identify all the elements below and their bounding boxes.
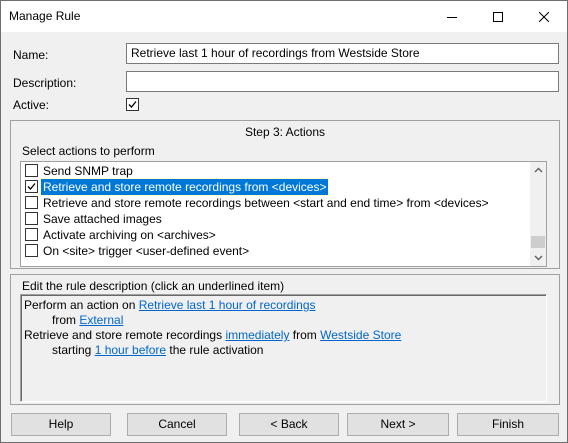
actions-scrollbar[interactable]	[530, 162, 546, 266]
actions-panel: Step 3: Actions Select actions to perfor…	[10, 120, 560, 269]
description-text: from	[52, 313, 80, 327]
maximize-button[interactable]	[475, 1, 521, 32]
description-text: from	[289, 328, 321, 342]
rule-description-box: Perform an action on Retrieve last 1 hou…	[20, 294, 547, 402]
time-range-link[interactable]: Retrieve last 1 hour of recordings	[139, 298, 316, 312]
action-label: On <site> trigger <user-defined event>	[43, 244, 250, 258]
title-bar[interactable]: Manage Rule	[1, 1, 567, 32]
rule-description-panel: Edit the rule description (click an unde…	[10, 274, 560, 405]
action-label: Activate archiving on <archives>	[43, 228, 216, 242]
minimize-button[interactable]	[429, 1, 475, 32]
name-label: Name:	[13, 48, 49, 62]
chevron-down-icon	[534, 255, 542, 261]
action-item-retrieve-store-remote[interactable]: Retrieve and store remote recordings fro…	[24, 178, 531, 196]
window-title: Manage Rule	[9, 9, 81, 23]
action-checkbox[interactable]	[25, 196, 38, 209]
description-line-3: Retrieve and store remote recordings imm…	[24, 328, 543, 343]
action-checkbox[interactable]	[25, 180, 38, 193]
rule-description-title: Edit the rule description (click an unde…	[22, 279, 285, 293]
close-button[interactable]	[521, 1, 567, 32]
help-button[interactable]: Help	[11, 413, 111, 436]
description-text: Retrieve and store remote recordings	[24, 328, 226, 342]
scroll-down-button[interactable]	[530, 250, 546, 266]
select-actions-label: Select actions to perform	[22, 144, 155, 158]
scroll-thumb[interactable]	[531, 236, 545, 248]
action-label: Send SNMP trap	[43, 164, 133, 178]
action-item-send-snmp-trap[interactable]: Send SNMP trap	[24, 163, 531, 179]
active-checkbox[interactable]	[126, 98, 139, 111]
chevron-up-icon	[534, 167, 542, 173]
action-checkbox[interactable]	[25, 212, 38, 225]
manage-rule-dialog: Manage Rule Name: Retrieve last 1 hour o…	[0, 0, 568, 443]
start-offset-link[interactable]: 1 hour before	[95, 343, 166, 357]
timing-link[interactable]: immediately	[225, 328, 289, 342]
maximize-icon	[493, 11, 503, 22]
action-item-activate-archiving[interactable]: Activate archiving on <archives>	[24, 227, 531, 243]
action-checkbox[interactable]	[25, 164, 38, 177]
action-item-trigger-user-event[interactable]: On <site> trigger <user-defined event>	[24, 243, 531, 259]
action-checkbox[interactable]	[25, 244, 38, 257]
finish-button[interactable]: Finish	[457, 413, 559, 436]
scroll-up-button[interactable]	[530, 162, 546, 178]
name-input[interactable]: Retrieve last 1 hour of recordings from …	[126, 43, 559, 64]
next-button[interactable]: Next >	[347, 413, 449, 436]
source-link[interactable]: External	[79, 313, 123, 327]
cancel-button[interactable]: Cancel	[127, 413, 227, 436]
minimize-icon	[447, 16, 457, 18]
action-label: Retrieve and store remote recordings bet…	[43, 196, 489, 210]
description-line-1: Perform an action on Retrieve last 1 hou…	[24, 298, 543, 313]
close-icon	[539, 11, 549, 22]
action-label: Retrieve and store remote recordings fro…	[39, 178, 330, 196]
check-icon	[27, 183, 36, 190]
action-label: Save attached images	[43, 212, 162, 226]
description-text: starting	[52, 343, 95, 357]
actions-listbox[interactable]: Send SNMP trap Retrieve and store remote…	[20, 161, 547, 267]
description-label: Description:	[13, 76, 77, 90]
description-input[interactable]	[126, 71, 559, 92]
devices-link[interactable]: Westside Store	[320, 328, 401, 342]
action-checkbox[interactable]	[25, 228, 38, 241]
description-text: Perform an action on	[24, 298, 139, 312]
description-text: the rule activation	[166, 343, 264, 357]
back-button[interactable]: < Back	[239, 413, 339, 436]
action-item-retrieve-store-between[interactable]: Retrieve and store remote recordings bet…	[24, 195, 531, 211]
active-label: Active:	[13, 98, 50, 112]
action-item-save-attached-images[interactable]: Save attached images	[24, 211, 531, 227]
description-line-4: starting 1 hour before the rule activati…	[24, 343, 543, 358]
description-line-2: from External	[24, 313, 543, 328]
step-title: Step 3: Actions	[244, 125, 326, 139]
check-icon	[128, 101, 137, 108]
